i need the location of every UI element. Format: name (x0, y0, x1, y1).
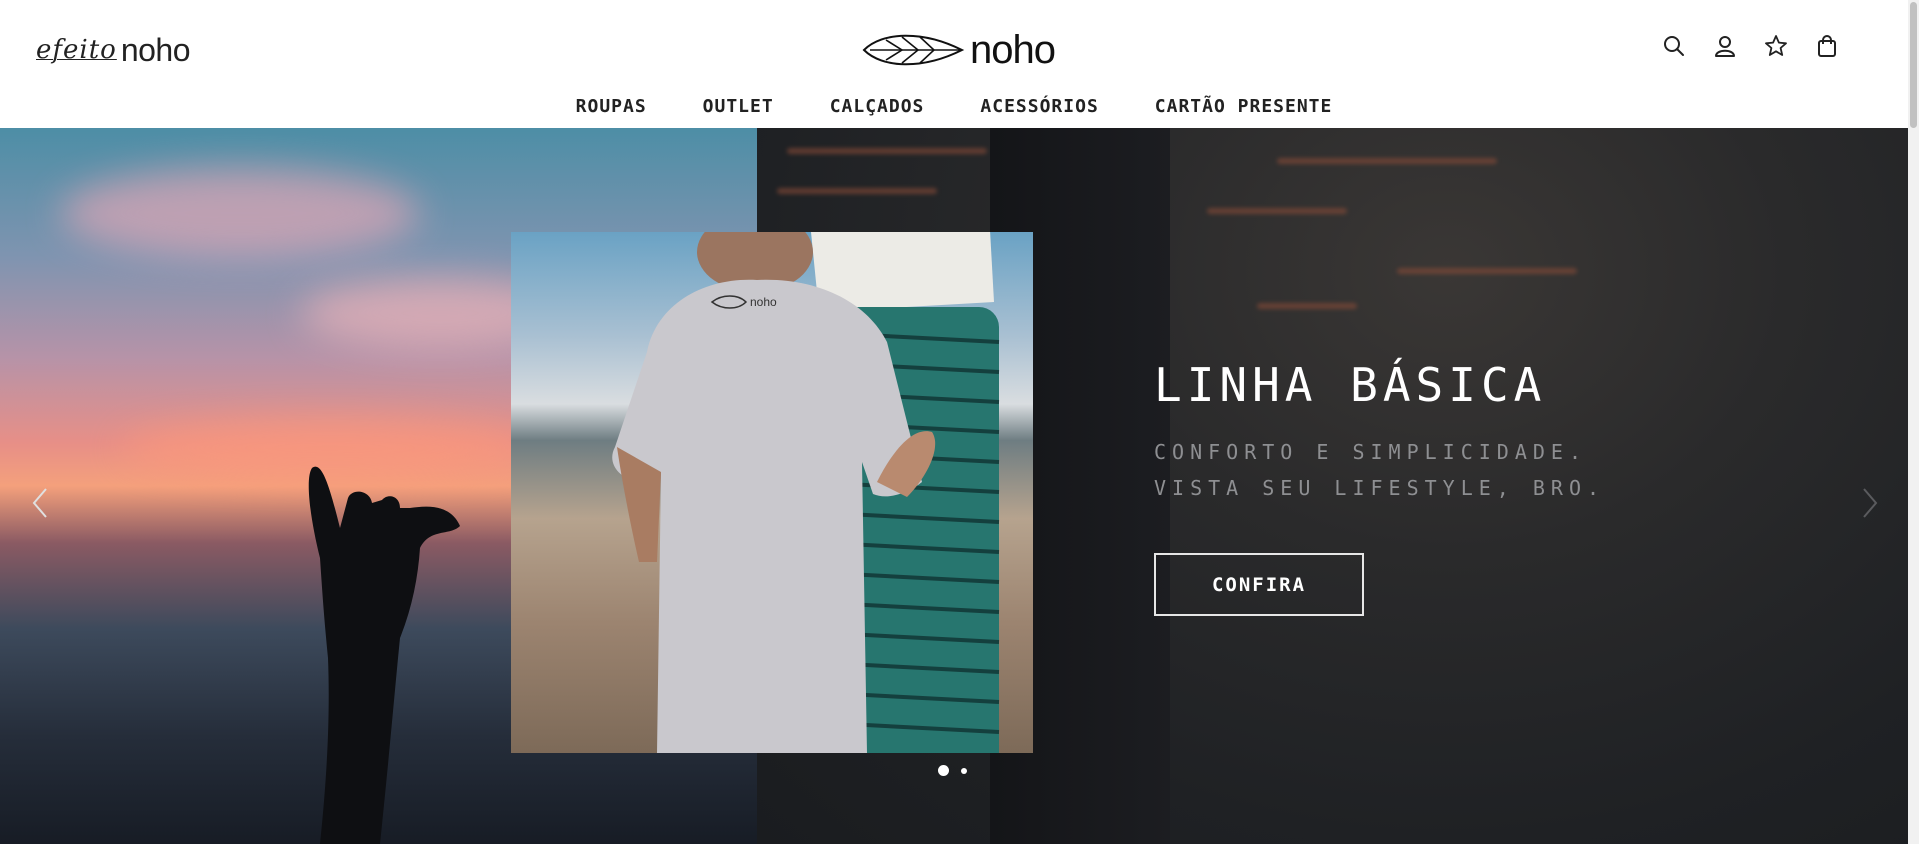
header-actions (1662, 34, 1839, 58)
nav-item-calcados[interactable]: CALÇADOS (802, 96, 953, 117)
scrollbar-thumb[interactable] (1910, 2, 1917, 128)
carousel-pagination (938, 765, 967, 776)
surfer-tshirt-photo: noho (511, 232, 1033, 753)
confira-button[interactable]: CONFIRA (1154, 553, 1364, 616)
bag-icon[interactable] (1815, 34, 1839, 58)
leaf-logo-icon (862, 34, 965, 66)
page-scrollbar[interactable] (1908, 0, 1919, 844)
hero-subtitle: CONFORTO E SIMPLICIDADE. VISTA SEU LIFES… (1154, 434, 1605, 506)
carousel-dot-1[interactable] (938, 765, 949, 776)
star-icon[interactable] (1764, 34, 1788, 58)
nav-item-roupas[interactable]: ROUPAS (548, 96, 675, 117)
hero-subtitle-line-1: CONFORTO E SIMPLICIDADE. (1154, 440, 1587, 464)
site-header: efeito noho noho ROUPAS OUTLET CALÇADOS … (0, 0, 1908, 128)
noho-brand-logo[interactable]: noho (862, 24, 1056, 76)
nav-item-outlet[interactable]: OUTLET (675, 96, 802, 117)
search-icon[interactable] (1662, 34, 1686, 58)
brand-wordmark: noho (970, 27, 1056, 72)
carousel-next-arrow-icon[interactable] (1854, 483, 1884, 523)
svg-text:noho: noho (750, 295, 777, 309)
nav-item-acessorios[interactable]: ACESSÓRIOS (952, 96, 1126, 117)
logo-word-text: noho (120, 31, 191, 68)
carousel-prev-arrow-icon[interactable] (26, 483, 56, 523)
logo-script-text: efeito (36, 35, 117, 65)
nav-item-cartao-presente[interactable]: CARTÃO PRESENTE (1127, 96, 1361, 117)
hero-copy: LINHA BÁSICA CONFORTO E SIMPLICIDADE. VI… (1154, 358, 1605, 506)
hero-banner: noho LINHA BÁSICA CONFORTO E SIMPLICIDAD… (0, 128, 1908, 844)
hero-subtitle-line-2: VISTA SEU LIFESTYLE, BRO. (1154, 476, 1606, 500)
shaka-hand-silhouette (308, 466, 460, 844)
efeito-noho-logo[interactable]: efeito noho (36, 28, 191, 72)
hero-title: LINHA BÁSICA (1154, 358, 1547, 412)
user-icon[interactable] (1713, 34, 1737, 58)
person-in-tshirt: noho (612, 232, 936, 753)
main-navigation: ROUPAS OUTLET CALÇADOS ACESSÓRIOS CARTÃO… (0, 96, 1908, 117)
carousel-dot-2[interactable] (961, 767, 967, 774)
